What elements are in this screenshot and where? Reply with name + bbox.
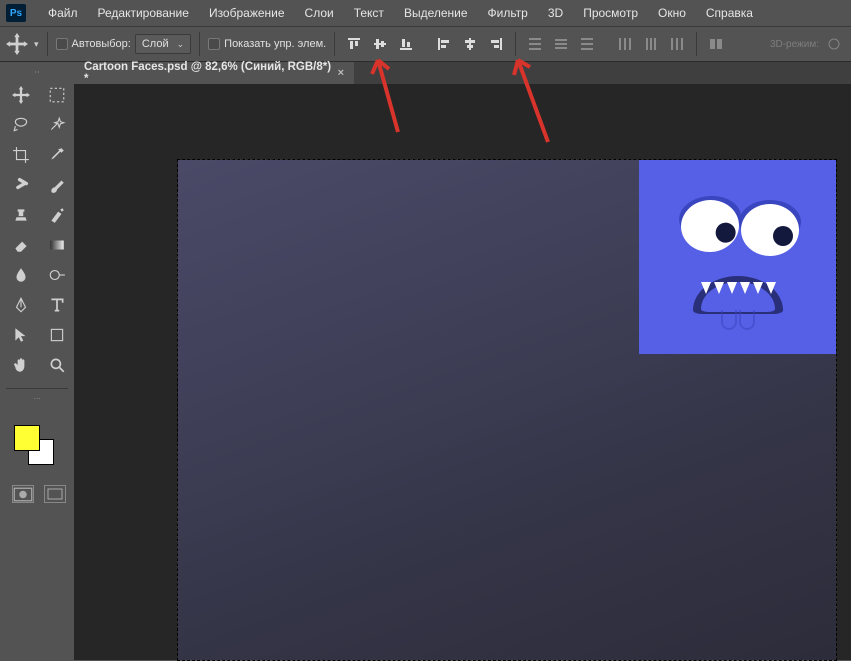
distribute-right-button[interactable] (666, 33, 688, 55)
dropdown-value: Слой (142, 38, 169, 50)
separator (515, 32, 516, 56)
eyedropper-tool[interactable] (42, 142, 72, 168)
align-bottom-edges-button[interactable] (395, 33, 417, 55)
healing-brush-tool[interactable] (6, 172, 36, 198)
menu-select[interactable]: Выделение (394, 2, 478, 24)
dodge-tool[interactable] (42, 262, 72, 288)
menu-filter[interactable]: Фильтр (478, 2, 538, 24)
menu-layers[interactable]: Слои (295, 2, 344, 24)
menu-edit[interactable]: Редактирование (88, 2, 199, 24)
color-swatches[interactable] (6, 425, 68, 481)
marquee-tool[interactable] (42, 82, 72, 108)
quick-mask-button[interactable] (12, 485, 34, 503)
screen-mode-button[interactable] (44, 485, 66, 503)
separator (334, 32, 335, 56)
panel-handle[interactable]: ∙∙ (6, 66, 68, 76)
distribute-bottom-button[interactable] (576, 33, 598, 55)
align-top-edges-button[interactable] (343, 33, 365, 55)
align-vertical-centers-button[interactable] (369, 33, 391, 55)
options-bar: ▾ Автовыбор: Слой ⌄ Показать упр. элем. 3… (0, 26, 851, 62)
gradient-tool[interactable] (42, 232, 72, 258)
document-tab[interactable]: Cartoon Faces.psd @ 82,6% (Синий, RGB/8*… (74, 62, 354, 84)
hand-tool[interactable] (6, 352, 36, 378)
crop-tool[interactable] (6, 142, 36, 168)
document-area: Cartoon Faces.psd @ 82,6% (Синий, RGB/8*… (74, 62, 851, 660)
3d-orbit-button[interactable] (823, 33, 845, 55)
zoom-tool[interactable] (42, 352, 72, 378)
show-transform-controls-checkbox[interactable]: Показать упр. элем. (208, 38, 326, 50)
menu-window[interactable]: Окно (648, 2, 696, 24)
align-right-edges-button[interactable] (485, 33, 507, 55)
auto-select-checkbox[interactable]: Автовыбор: (56, 38, 131, 50)
distribute-top-button[interactable] (524, 33, 546, 55)
separator (696, 32, 697, 56)
separator (47, 32, 48, 56)
pen-tool[interactable] (6, 292, 36, 318)
chevron-down-icon[interactable]: ▾ (34, 39, 39, 50)
distribute-vcenter-button[interactable] (550, 33, 572, 55)
menu-3d[interactable]: 3D (538, 2, 573, 24)
separator (199, 32, 200, 56)
menu-help[interactable]: Справка (696, 2, 763, 24)
lasso-tool[interactable] (6, 112, 36, 138)
history-brush-tool[interactable] (42, 202, 72, 228)
move-tool[interactable] (6, 82, 36, 108)
align-left-edges-button[interactable] (433, 33, 455, 55)
workspace: ∙∙ ∙∙∙ (0, 62, 851, 660)
canvas[interactable] (178, 160, 836, 660)
document-tabbar: Cartoon Faces.psd @ 82,6% (Синий, RGB/8*… (74, 62, 851, 84)
clone-stamp-tool[interactable] (6, 202, 36, 228)
app-logo: Ps (6, 4, 26, 22)
3d-mode-label: 3D-режим: (770, 39, 819, 50)
teeth-icon (699, 282, 777, 296)
foreground-color-swatch[interactable] (14, 425, 40, 451)
path-selection-tool[interactable] (6, 322, 36, 348)
menu-view[interactable]: Просмотр (573, 2, 648, 24)
canvas-viewport[interactable] (74, 84, 851, 660)
align-horizontal-centers-button[interactable] (459, 33, 481, 55)
auto-select-target-dropdown[interactable]: Слой ⌄ (135, 34, 191, 54)
eye-icon (741, 204, 799, 256)
layer-cartoon-face[interactable] (639, 160, 836, 354)
menu-file[interactable]: Файл (38, 2, 88, 24)
move-tool-icon (6, 33, 28, 55)
chin-lines-icon (721, 310, 755, 330)
magic-wand-tool[interactable] (42, 112, 72, 138)
brush-tool[interactable] (42, 172, 72, 198)
auto-select-label: Автовыбор: (72, 38, 131, 50)
chevron-down-icon: ⌄ (177, 39, 185, 50)
menu-bar: Ps Файл Редактирование Изображение Слои … (0, 0, 851, 26)
tools-panel: ∙∙ ∙∙∙ (0, 62, 74, 660)
blur-tool[interactable] (6, 262, 36, 288)
type-tool[interactable] (42, 292, 72, 318)
distribute-left-button[interactable] (614, 33, 636, 55)
show-controls-label: Показать упр. элем. (224, 38, 326, 50)
menu-text[interactable]: Текст (344, 2, 394, 24)
tab-title: Cartoon Faces.psd @ 82,6% (Синий, RGB/8*… (84, 61, 332, 85)
shape-tool[interactable] (42, 322, 72, 348)
distribute-hcenter-button[interactable] (640, 33, 662, 55)
eraser-tool[interactable] (6, 232, 36, 258)
menu-image[interactable]: Изображение (199, 2, 295, 24)
auto-align-button[interactable] (705, 33, 727, 55)
close-tab-button[interactable]: × (338, 67, 344, 79)
